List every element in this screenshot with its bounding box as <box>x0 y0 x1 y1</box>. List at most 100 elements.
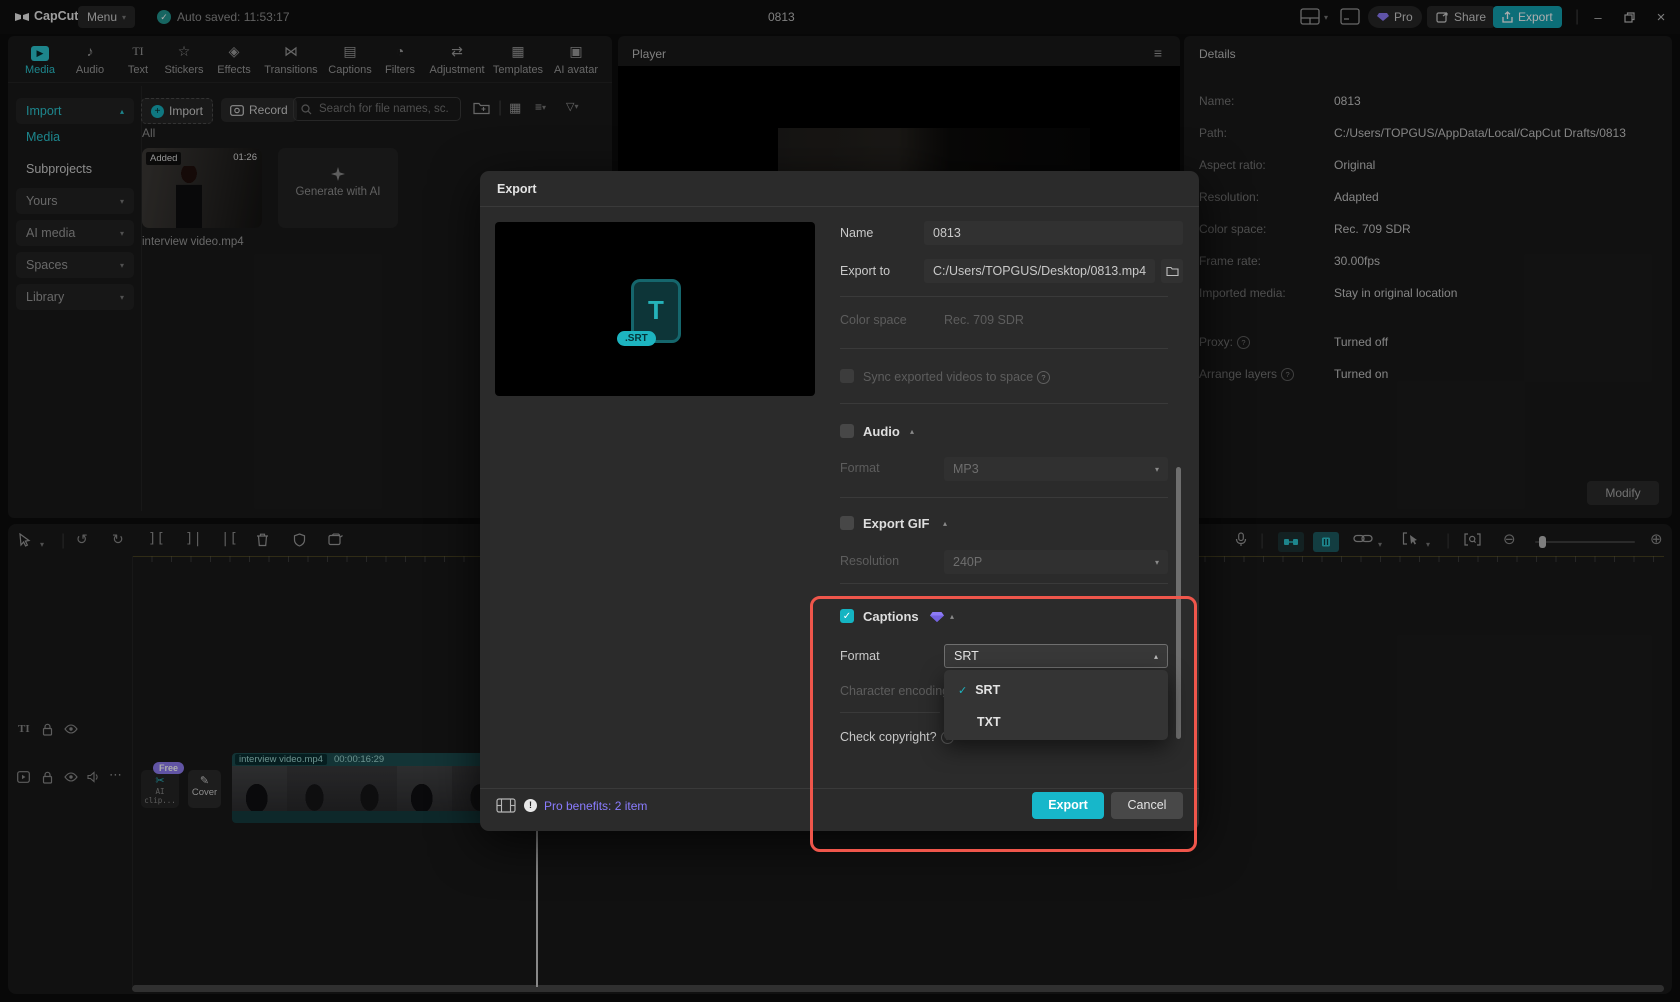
tab-captions[interactable]: ▤Captions <box>324 41 376 76</box>
browse-folder-button[interactable] <box>1161 259 1183 283</box>
lock-icon[interactable] <box>42 771 53 784</box>
mute-speaker-icon[interactable] <box>87 771 100 783</box>
info-icon[interactable]: ? <box>1281 368 1294 381</box>
tab-stickers[interactable]: ☆Stickers <box>158 41 210 76</box>
import-button[interactable]: + Import <box>141 98 213 124</box>
sidebar-item-import[interactable]: Import▴ <box>16 98 134 124</box>
generate-ai-card[interactable]: Generate with AI <box>278 148 398 228</box>
horizontal-scrollbar[interactable] <box>132 985 1664 992</box>
detail-value: Adapted <box>1334 190 1379 204</box>
layout-chevron-icon[interactable]: ▾ <box>1324 13 1328 22</box>
voiceover-mic-icon[interactable] <box>1235 532 1247 547</box>
lock-icon[interactable] <box>42 723 53 736</box>
share-button[interactable]: Share <box>1427 6 1495 28</box>
cap-format-select[interactable]: SRT▴ <box>944 644 1168 668</box>
sync-checkbox[interactable] <box>840 369 854 383</box>
dropdown-option-srt[interactable]: ✓ SRT <box>944 674 1168 706</box>
panel-toggle-icon[interactable] <box>1340 8 1360 25</box>
tab-templates[interactable]: ▦Templates <box>490 41 546 76</box>
sync-info-icon[interactable]: ? <box>1037 371 1050 384</box>
tab-label: AI avatar <box>554 64 598 76</box>
dialog-scrollbar[interactable] <box>1176 467 1181 739</box>
dialog-cancel-button[interactable]: Cancel <box>1111 792 1183 819</box>
delete-icon[interactable] <box>256 533 269 547</box>
media-thumbnail[interactable]: Added 01:26 <box>142 148 262 228</box>
filter-icon[interactable]: ▽▾ <box>566 100 578 113</box>
eye-icon[interactable] <box>64 772 78 782</box>
modify-button[interactable]: Modify <box>1587 481 1659 505</box>
audio-checkbox[interactable] <box>840 424 854 438</box>
dialog-export-button[interactable]: Export <box>1032 792 1104 819</box>
close-button[interactable]: × <box>1646 0 1676 34</box>
grid-view-icon[interactable]: ▦ <box>509 100 521 116</box>
sidebar-item-subprojects[interactable]: Subprojects <box>16 156 134 182</box>
tab-transitions[interactable]: ⋈Transitions <box>260 41 322 76</box>
tab-text[interactable]: TIText <box>112 41 164 76</box>
captions-checkbox[interactable]: ✓ <box>840 609 854 623</box>
search-input[interactable] <box>317 102 451 116</box>
sidebar-item-spaces[interactable]: Spaces▾ <box>16 252 134 278</box>
collapse-icon[interactable]: ▴ <box>943 519 947 528</box>
minimize-button[interactable]: – <box>1583 0 1613 34</box>
sidebar-item-yours[interactable]: Yours▾ <box>16 188 134 214</box>
preview-zoom-icon[interactable] <box>1464 533 1481 546</box>
gif-checkbox[interactable] <box>840 516 854 530</box>
name-input[interactable] <box>924 221 1183 245</box>
gif-res-select[interactable]: 240P▾ <box>944 550 1168 574</box>
trim-right-icon[interactable]: |[ <box>221 531 238 547</box>
tab-ai-avatar[interactable]: ▣AI avatar <box>548 41 604 76</box>
tab-filters[interactable]: ◔Filters <box>374 41 426 76</box>
sort-icon[interactable]: ≡▾ <box>535 100 546 114</box>
export-to-input[interactable] <box>924 259 1155 283</box>
info-icon[interactable]: ? <box>1237 336 1250 349</box>
capcut-logo-icon <box>13 8 31 26</box>
shield-icon[interactable] <box>293 533 306 547</box>
redo-icon[interactable]: ↻ <box>112 531 124 548</box>
maximize-button[interactable] <box>1614 0 1644 34</box>
undo-icon[interactable]: ↺ <box>76 531 88 548</box>
detail-label: Color space: <box>1199 222 1266 236</box>
link-icon[interactable] <box>1353 533 1373 544</box>
sidebar-item-ai-media[interactable]: AI media▾ <box>16 220 134 246</box>
zoom-out-icon[interactable]: ⊖ <box>1503 530 1516 548</box>
import-folder-icon[interactable] <box>473 101 490 115</box>
detail-value: Turned on <box>1334 367 1388 381</box>
layout-toggle-icon[interactable] <box>1300 8 1320 25</box>
select-mode-icon[interactable] <box>1402 532 1419 546</box>
dropdown-option-txt[interactable]: TXT <box>944 706 1168 738</box>
sidebar-item-library[interactable]: Library▾ <box>16 284 134 310</box>
magnetic-snap-toggle[interactable] <box>1313 532 1339 552</box>
ai-clip-button[interactable]: ✂ AI clip... <box>141 770 179 808</box>
split-icon[interactable]: ][ <box>148 531 165 547</box>
more-options-icon[interactable]: ⋯ <box>109 767 122 783</box>
plus-icon: + <box>151 105 164 118</box>
collapse-icon[interactable]: ▴ <box>950 612 954 621</box>
zoom-in-icon[interactable]: ⊕ <box>1650 530 1663 548</box>
player-menu-icon[interactable]: ≡ <box>1154 45 1162 61</box>
tab-adjustment[interactable]: ⇄Adjustment <box>426 41 488 76</box>
select-mode-chevron-icon[interactable]: ▾ <box>1426 540 1430 549</box>
titlebar-export-button[interactable]: Export <box>1493 6 1562 28</box>
record-button[interactable]: Record <box>221 98 297 122</box>
pro-badge[interactable]: Pro <box>1368 6 1422 28</box>
link-chevron-icon[interactable]: ▾ <box>1378 540 1382 549</box>
collapse-icon[interactable]: ▴ <box>910 427 914 436</box>
tab-audio[interactable]: ♪Audio <box>64 41 116 76</box>
extract-frame-icon[interactable] <box>328 533 343 546</box>
cover-button[interactable]: ✎ Cover <box>188 770 221 808</box>
tab-media[interactable]: ▶Media <box>14 41 66 76</box>
search-box[interactable] <box>293 97 461 121</box>
audio-format-select[interactable]: MP3▾ <box>944 457 1168 481</box>
trim-left-icon[interactable]: ]| <box>185 531 202 547</box>
sidebar-item-media[interactable]: Media <box>16 124 134 150</box>
pro-gem-icon <box>930 611 944 623</box>
cursor-tool-chevron-icon[interactable]: ▾ <box>40 540 44 549</box>
eye-icon[interactable] <box>64 724 78 734</box>
timeline-zoom-slider[interactable] <box>1535 541 1635 543</box>
pro-benefits-link[interactable]: Pro benefits: 2 item <box>544 799 647 813</box>
cursor-tool-icon[interactable] <box>18 533 31 547</box>
menu-button[interactable]: Menu▾ <box>78 6 135 28</box>
slider-knob[interactable] <box>1539 536 1546 548</box>
tab-effects[interactable]: ◈Effects <box>208 41 260 76</box>
auto-splice-toggle[interactable] <box>1278 532 1304 552</box>
